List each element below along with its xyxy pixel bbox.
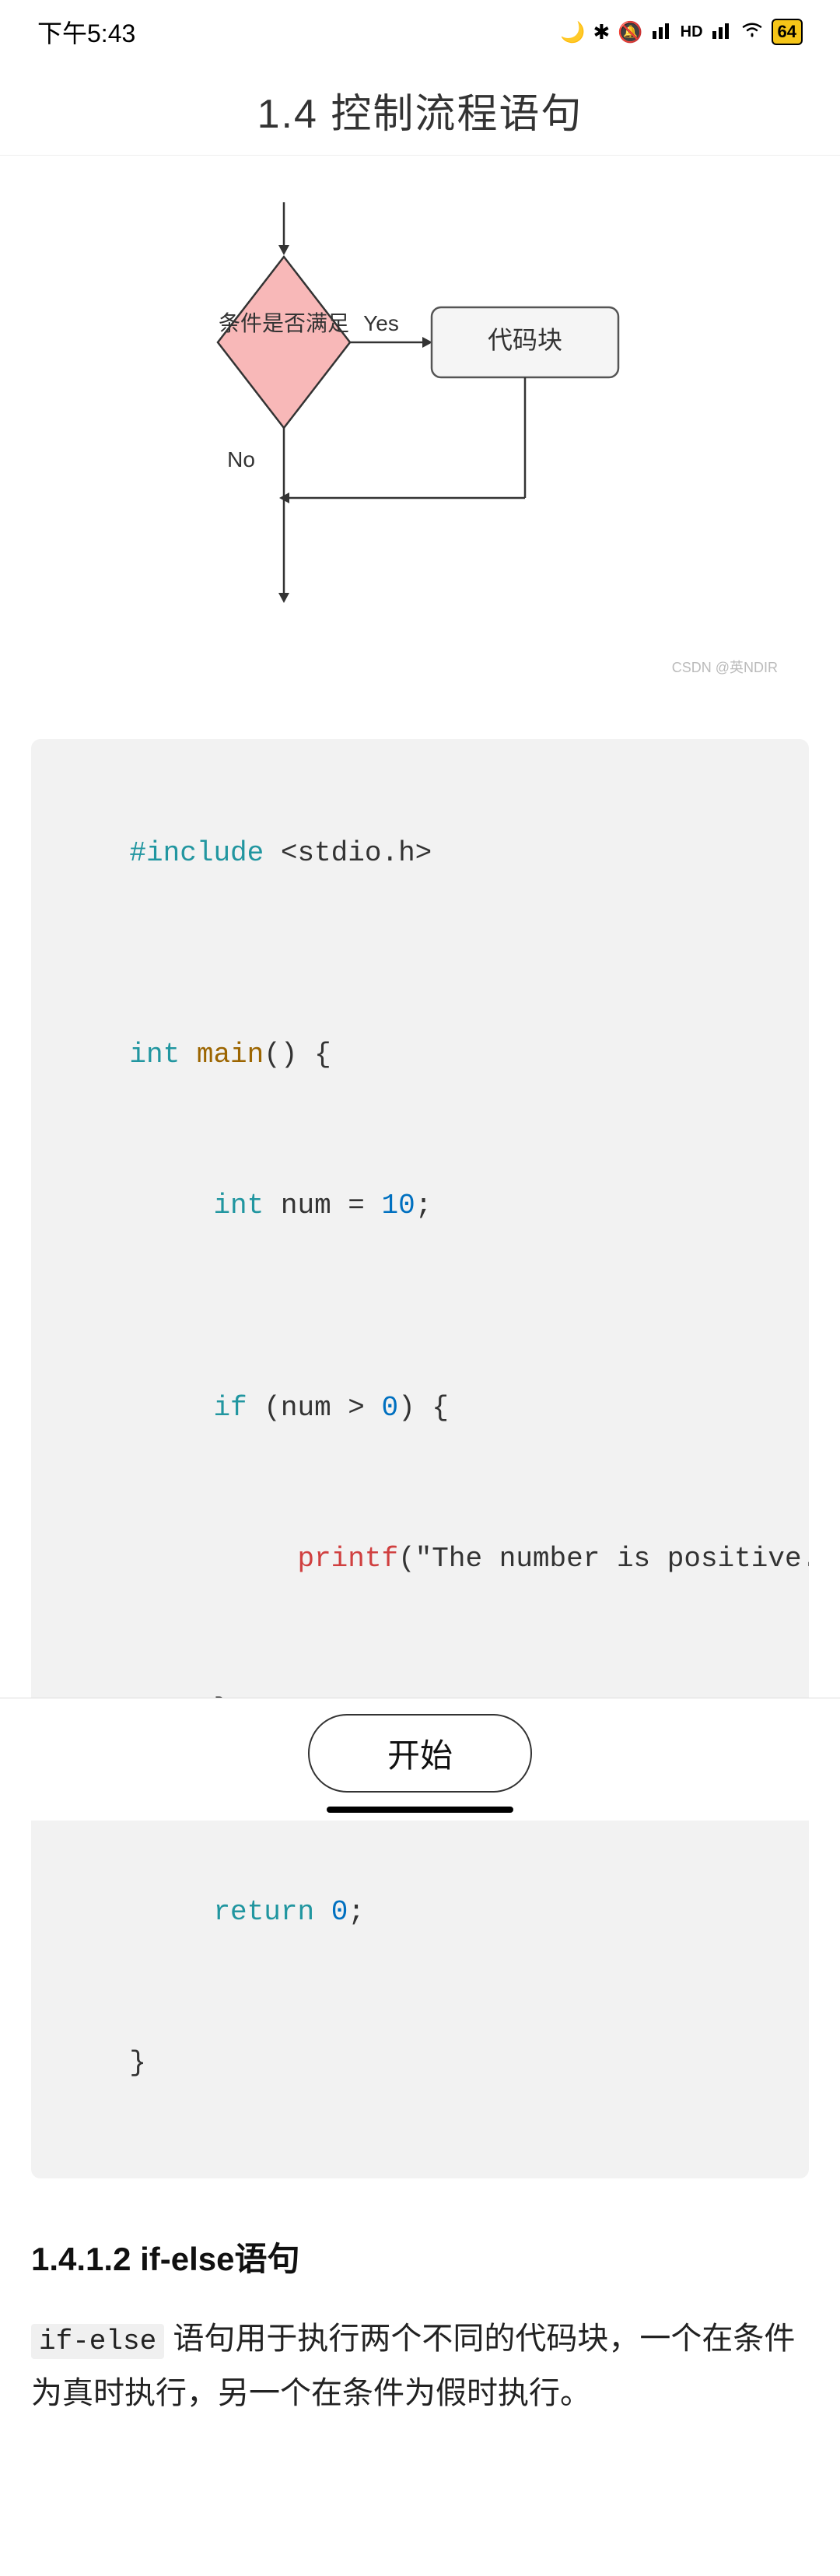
code-line-main: int main() { <box>62 980 778 1130</box>
svg-text:Yes: Yes <box>363 311 399 335</box>
inline-code: if-else <box>31 2324 164 2359</box>
signal-icon-2 <box>711 19 733 46</box>
code-line-close-main: } <box>62 1988 778 2139</box>
bluetooth-icon: ✱ <box>593 20 610 44</box>
hd-badge: HD <box>681 23 703 41</box>
svg-text:代码块: 代码块 <box>488 326 562 354</box>
section-heading: 1.4.1.2 if-else语句 <box>0 2202 840 2296</box>
wifi-icon <box>740 20 764 44</box>
page-header: 1.4 控制流程语句 <box>0 58 840 156</box>
page-title: 1.4 控制流程语句 <box>0 81 840 139</box>
description-text: if-else 语句用于执行两个不同的代码块，一个在条件为真时执行，另一个在条件… <box>0 2296 840 2452</box>
code-line-return: return 0; <box>62 1837 778 1988</box>
signal-icon-1 <box>651 19 673 46</box>
status-bar: 下午5:43 🌙 ✱ 🔕 HD 64 <box>0 0 840 58</box>
flowchart-area: 条件是否满足 Yes 代码块 No CSDN @英NDIR <box>0 156 840 716</box>
code-line-printf: printf("The number is positive.\ <box>62 1484 778 1635</box>
code-line-include: #include <stdio.h> <box>62 778 778 929</box>
svg-text:No: No <box>227 447 255 471</box>
flowchart-diagram: 条件是否满足 Yes 代码块 No CSDN @英NDIR <box>16 187 824 685</box>
home-indicator <box>327 1807 513 1813</box>
start-button[interactable]: 开始 <box>308 1714 532 1793</box>
code-line-if: if (num > 0) { <box>62 1333 778 1484</box>
code-line-num: int num = 10; <box>62 1131 778 1282</box>
mute-icon: 🔕 <box>618 20 642 44</box>
bottom-nav: 开始 <box>0 1698 840 1821</box>
svg-text:条件是否满足: 条件是否满足 <box>219 311 349 335</box>
battery-indicator: 64 <box>772 19 803 45</box>
watermark: CSDN @英NDIR <box>672 657 778 677</box>
code-block: #include <stdio.h> int main() { int num … <box>31 739 809 2178</box>
status-icons: 🌙 ✱ 🔕 HD 64 <box>560 19 803 46</box>
status-time: 下午5:43 <box>37 14 135 50</box>
moon-icon: 🌙 <box>560 20 585 44</box>
